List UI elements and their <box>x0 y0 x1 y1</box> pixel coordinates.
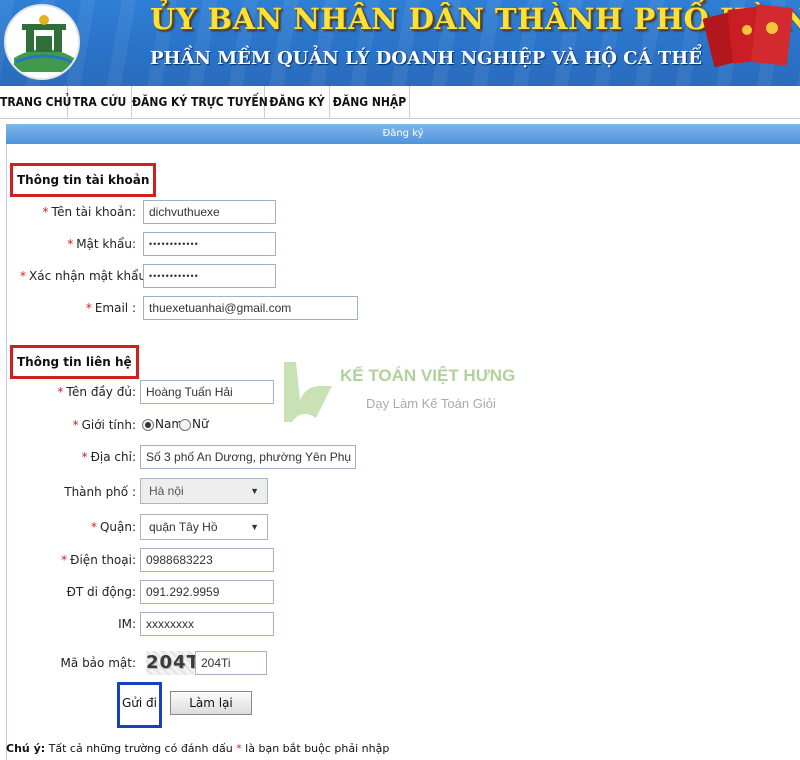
watermark-slogan: Dạy Làm Kế Toán Giỏi <box>366 396 496 411</box>
red-certificate-books-icon <box>700 0 800 86</box>
gender-label: * Giới tính: <box>72 418 136 432</box>
submit-button[interactable]: Gửi đi <box>121 692 158 716</box>
header-banner: ỦY BAN NHÂN DÂN THÀNH PHỐ HÀ NỘI PHẦN MỀ… <box>0 0 800 86</box>
account-info-heading: Thông tin tài khoản <box>10 163 157 197</box>
password-label: * Mật khẩu: <box>67 237 136 251</box>
nav-register[interactable]: ĐĂNG KÝ <box>265 86 330 119</box>
address-label: * Địa chỉ: <box>81 450 136 464</box>
chevron-down-icon: ▼ <box>250 522 259 532</box>
watermark: KẾ TOÁN VIỆT HƯNG Dạy Làm Kế Toán Giỏi <box>276 356 526 426</box>
district-select[interactable]: quận Tây Hồ ▼ <box>140 514 268 540</box>
phone-label: * Điện thoại: <box>61 553 136 567</box>
chevron-down-icon: ▼ <box>250 486 259 496</box>
header-title: ỦY BAN NHÂN DÂN THÀNH PHỐ HÀ NỘI <box>150 2 800 36</box>
district-label: * Quận: <box>90 520 136 534</box>
form-section-title: Đăng ký <box>6 124 800 144</box>
username-input[interactable]: dichvuthuexe <box>143 200 276 224</box>
username-label: * Tên tài khoản: <box>42 205 136 219</box>
office-phone-label: ĐT di động: <box>66 585 136 599</box>
gender-male-radio[interactable] <box>142 419 154 431</box>
watermark-logo-icon <box>284 362 332 422</box>
confirm-password-input[interactable]: •••••••••••• <box>143 264 276 288</box>
address-input[interactable]: Số 3 phố An Dương, phường Yên Phụ <box>140 445 356 469</box>
email-input[interactable]: thuexetuanhai@gmail.com <box>143 296 358 320</box>
gender-female-label: Nữ <box>192 417 209 431</box>
office-phone-input[interactable]: 091.292.9959 <box>140 580 274 604</box>
captcha-image: 204Ti <box>146 651 208 675</box>
captcha-label: Mã bảo mật: <box>60 656 136 670</box>
city-label: Thành phố : <box>64 485 136 499</box>
header-subtitle: PHẦN MỀM QUẢN LÝ DOANH NGHIỆP VÀ HỘ CÁ T… <box>150 48 702 69</box>
password-input[interactable]: •••••••••••• <box>143 232 276 256</box>
main-nav: TRANG CHỦ TRA CỨU ĐĂNG KÝ TRỰC TUYẾN ĐĂN… <box>0 86 800 119</box>
fullname-label: * Tên đầy đủ: <box>57 385 136 399</box>
nav-online-registration[interactable]: ĐĂNG KÝ TRỰC TUYẾN <box>132 86 268 119</box>
fullname-input[interactable]: Hoàng Tuấn Hải <box>140 380 274 404</box>
nav-home[interactable]: TRANG CHỦ <box>0 86 71 119</box>
district-select-value: quận Tây Hồ <box>149 520 218 534</box>
reset-button[interactable]: Làm lại <box>170 691 252 715</box>
phone-input[interactable]: 0988683223 <box>140 548 274 572</box>
gender-female-radio[interactable] <box>179 419 191 431</box>
nav-login[interactable]: ĐĂNG NHẬP <box>330 86 410 119</box>
contact-info-heading: Thông tin liên hệ <box>10 345 139 379</box>
city-select[interactable]: Hà nội ▼ <box>140 478 268 504</box>
watermark-brand: KẾ TOÁN VIỆT HƯNG <box>340 366 516 385</box>
required-fields-note: Chú ý: Tất cả những trường có đánh dấu *… <box>6 742 390 755</box>
confirm-password-label: * Xác nhận mật khẩu: <box>20 269 151 283</box>
captcha-input[interactable]: 204Ti <box>195 651 267 675</box>
im-input[interactable]: xxxxxxxx <box>140 612 274 636</box>
city-logo-icon <box>4 4 80 80</box>
im-label: IM: <box>118 617 136 631</box>
nav-lookup[interactable]: TRA CỨU <box>68 86 132 119</box>
city-select-value: Hà nội <box>149 484 184 498</box>
email-label: * Email : <box>85 301 136 315</box>
